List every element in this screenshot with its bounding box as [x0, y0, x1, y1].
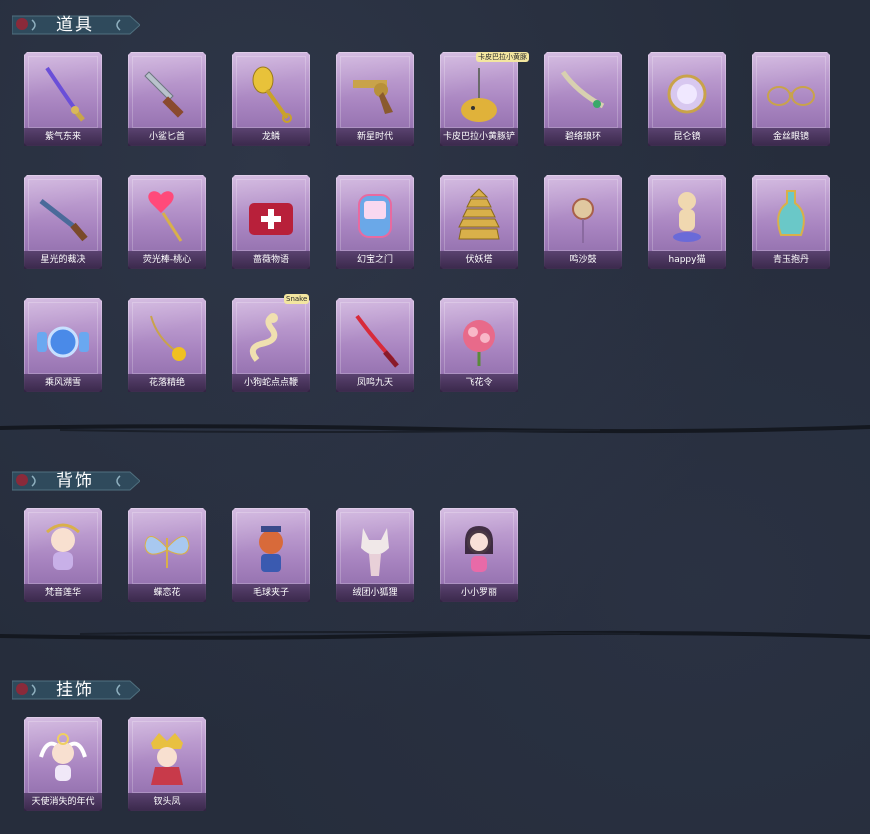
item-card[interactable]: 伏妖塔	[440, 175, 518, 269]
medkit-icon	[249, 203, 293, 235]
item-label: happy猫	[668, 255, 706, 265]
item-card[interactable]: 小鲨匕首	[128, 52, 206, 146]
item-card[interactable]: 昆仑镜	[648, 52, 726, 146]
heart-wand-icon	[148, 191, 183, 242]
section-header-pendants: 挂饰	[12, 677, 140, 703]
item-card[interactable]: 新星时代	[336, 52, 414, 146]
item-label: 小狗蛇点点鞭	[243, 378, 298, 388]
bouquet-icon	[463, 320, 495, 366]
snake-whip-icon	[249, 313, 278, 362]
item-card[interactable]: 天使消失的年代	[24, 717, 102, 811]
item-label: 小鲨匕首	[148, 132, 185, 142]
item-label: 蝶恋花	[153, 588, 181, 598]
item-label: 幻宝之门	[356, 255, 393, 265]
phoenix-doll-icon	[151, 733, 183, 785]
section-divider	[0, 630, 870, 640]
item-label: 昆仑镜	[673, 132, 701, 142]
item-card[interactable]: 青玉抱丹	[752, 175, 830, 269]
item-label: 花落精绝	[148, 378, 185, 388]
item-card[interactable]: happy猫	[648, 175, 726, 269]
golden-shovel-icon	[252, 66, 292, 123]
item-card[interactable]: 龙鳞	[232, 52, 310, 146]
item-card[interactable]: Snake 小狗蛇点点鞭	[232, 294, 310, 392]
device-icon	[358, 194, 392, 238]
section-header-props: 道具	[12, 12, 140, 38]
item-tag: 卡皮巴拉小黄豚	[476, 52, 529, 62]
item-label: 紫气东来	[44, 132, 81, 142]
item-card[interactable]: 卡皮巴拉小黄豚 卡皮巴拉小黄豚铲	[440, 52, 529, 146]
mirror-icon	[667, 74, 707, 114]
fox-icon	[361, 528, 389, 576]
section-title: 背饰	[56, 471, 94, 491]
drum-icon	[572, 198, 594, 243]
item-card[interactable]: 碧络琅环	[544, 52, 622, 146]
item-label: 蔷薇物语	[252, 255, 289, 265]
raccoon-icon	[259, 526, 283, 572]
section-title: 道具	[56, 15, 94, 35]
item-card[interactable]: 星光的裁决	[24, 175, 102, 269]
item-card[interactable]: 金丝眼镜	[752, 52, 830, 146]
item-card[interactable]: 毛球夹子	[232, 508, 310, 602]
item-card[interactable]: 小小罗丽	[440, 508, 518, 602]
section-header-back-accessories: 背饰	[12, 468, 140, 494]
item-label: 绒团小狐狸	[352, 588, 398, 598]
doll-icon	[465, 526, 493, 572]
item-label: 乘风溯雪	[44, 378, 81, 388]
pagoda-icon	[458, 188, 500, 240]
item-card[interactable]: 紫气东来	[24, 52, 102, 146]
item-label: 钗头凤	[153, 797, 181, 807]
item-label: 伏妖塔	[465, 255, 493, 265]
item-card[interactable]: 凤鸣九天	[336, 298, 414, 392]
item-label: 荧光棒-桃心	[142, 255, 192, 265]
blue-gear-icon	[37, 326, 89, 358]
item-card[interactable]: 蔷薇物语	[232, 175, 310, 269]
item-label: 碧络琅环	[564, 132, 601, 142]
item-card[interactable]: 鸣沙鼓	[544, 175, 622, 269]
angel-doll-icon	[39, 733, 87, 781]
item-label: 青玉抱丹	[772, 255, 809, 265]
item-label: 龙鳞	[261, 132, 280, 142]
sword-icon	[45, 66, 85, 122]
item-card[interactable]: 荧光棒-桃心	[128, 175, 206, 269]
capybara-shovel-icon	[461, 68, 497, 122]
item-card[interactable]: 钗头凤	[128, 717, 206, 811]
flower-chain-icon	[150, 315, 186, 361]
revolver-icon	[353, 80, 393, 114]
item-card[interactable]: 幻宝之门	[336, 175, 414, 269]
item-label: 梵音莲华	[44, 588, 81, 598]
item-card[interactable]: 乘风溯雪	[24, 298, 102, 392]
red-blade-icon	[355, 314, 399, 368]
item-label: 毛球夹子	[252, 588, 289, 598]
item-card[interactable]: 花落精绝	[128, 298, 206, 392]
section-divider	[0, 424, 870, 434]
shotgun-icon	[39, 199, 88, 242]
item-label: 天使消失的年代	[31, 797, 95, 807]
item-card[interactable]: 梵音莲华	[24, 508, 102, 602]
item-label: 卡皮巴拉小黄豚铲	[442, 132, 515, 142]
item-label: 鸣沙鼓	[569, 255, 597, 265]
item-label: 新星时代	[356, 132, 393, 142]
butterfly-icon	[144, 536, 190, 568]
jade-blade-icon	[560, 70, 605, 109]
vase-icon	[777, 190, 805, 236]
item-card[interactable]: 绒团小狐狸	[336, 508, 414, 602]
item-label: 飞花令	[465, 378, 493, 388]
item-label: 金丝眼镜	[772, 132, 809, 142]
dagger-icon	[144, 71, 184, 118]
item-label: 小小罗丽	[460, 588, 497, 598]
item-card[interactable]: 飞花令	[440, 298, 518, 392]
item-label: 凤鸣九天	[356, 378, 393, 388]
item-card[interactable]: 蝶恋花	[128, 508, 206, 602]
lotus-doll-icon	[46, 523, 80, 570]
item-label: 星光的裁决	[40, 255, 86, 265]
section-title: 挂饰	[56, 680, 94, 700]
cat-icon	[673, 192, 701, 242]
glasses-icon	[767, 86, 815, 106]
item-tag: Snake	[284, 294, 310, 304]
